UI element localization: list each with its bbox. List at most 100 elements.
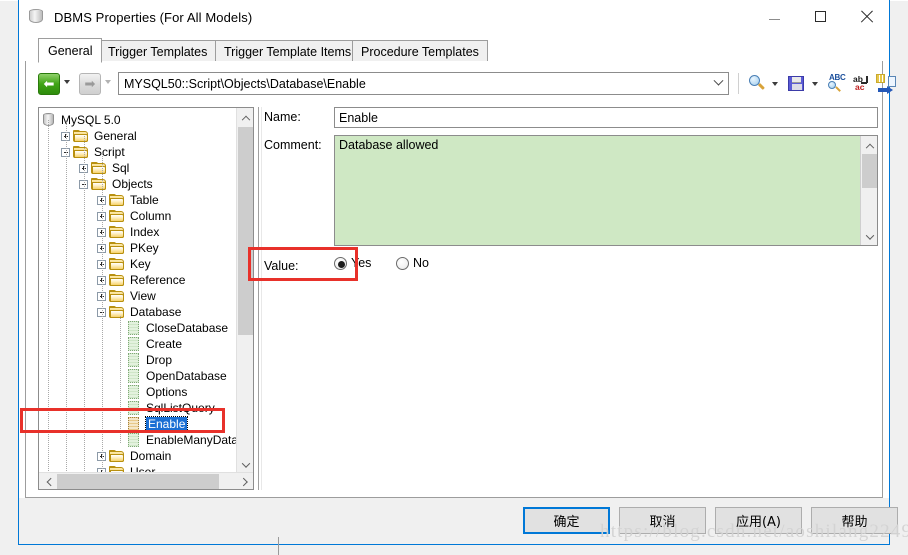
folder-icon bbox=[91, 177, 107, 191]
replace-icon[interactable]: ab ac bbox=[852, 74, 872, 93]
tree-node[interactable]: Table bbox=[97, 192, 159, 208]
tree-scroll-left-button[interactable] bbox=[39, 473, 56, 489]
tree-node[interactable]: OpenDatabase bbox=[115, 368, 227, 384]
tree-node-label: Index bbox=[130, 225, 160, 239]
tree-node-label: PKey bbox=[130, 241, 159, 255]
tree-node[interactable]: Sql bbox=[79, 160, 129, 176]
window-title: DBMS Properties (For All Models) bbox=[54, 9, 253, 25]
tree-node[interactable]: Enable bbox=[115, 416, 189, 432]
folder-icon bbox=[109, 289, 125, 303]
dbms-properties-window: DBMS Properties (For All Models) General… bbox=[18, 0, 898, 545]
tree-node[interactable]: SqlListQuery bbox=[115, 400, 215, 416]
arrow-right-icon: ➡ bbox=[84, 76, 96, 92]
tree-node-label: CloseDatabase bbox=[146, 321, 229, 335]
folder-icon bbox=[109, 449, 125, 463]
radio-yes[interactable]: Yes bbox=[334, 256, 371, 270]
folder-icon bbox=[73, 129, 89, 143]
tree-node[interactable]: Drop bbox=[115, 352, 172, 368]
folder-icon bbox=[73, 145, 89, 159]
tree-node[interactable]: Domain bbox=[97, 448, 171, 464]
tree-guide-line bbox=[48, 120, 49, 473]
tree-scroll-up-button[interactable] bbox=[237, 108, 253, 125]
minimize-button[interactable] bbox=[751, 0, 797, 32]
chevron-down-icon bbox=[865, 230, 874, 240]
navigation-toolbar: ⬅ ➡ MYSQL50::Script\Objects\Database\Ena… bbox=[26, 71, 896, 99]
title-bar: DBMS Properties (For All Models) bbox=[19, 0, 889, 34]
folder-icon bbox=[109, 273, 125, 287]
tree-guide-line bbox=[102, 154, 103, 473]
watermark-text: https://blog.csdn.net/aoshilang2249 bbox=[600, 521, 908, 542]
name-label: Name: bbox=[264, 110, 301, 124]
comment-vertical-scrollbar[interactable] bbox=[860, 136, 877, 245]
tab-procedure-templates[interactable]: Procedure Templates bbox=[352, 40, 488, 62]
comment-scroll-down-button[interactable] bbox=[861, 228, 877, 245]
script-icon bbox=[127, 353, 140, 367]
tree-node-label: Database bbox=[130, 305, 182, 319]
tree-node[interactable]: EnableManyDatabase bbox=[115, 432, 236, 448]
tab-trigger-template-items[interactable]: Trigger Template Items bbox=[215, 40, 361, 62]
tree-node[interactable]: Create bbox=[115, 336, 182, 352]
tree-node[interactable]: CloseDatabase bbox=[115, 320, 228, 336]
comment-value: Database allowed bbox=[339, 138, 439, 152]
tree-guide-line bbox=[120, 316, 121, 444]
tree-hscroll-thumb[interactable] bbox=[57, 474, 219, 489]
back-button[interactable]: ⬅ bbox=[38, 73, 60, 95]
folder-icon bbox=[91, 161, 107, 175]
comment-vscroll-thumb[interactable] bbox=[862, 154, 877, 188]
tree-node-label: Objects bbox=[112, 177, 153, 191]
comment-textarea[interactable]: Database allowed bbox=[334, 135, 878, 246]
tree-vertical-scrollbar[interactable] bbox=[236, 108, 253, 473]
export-icon[interactable] bbox=[876, 74, 896, 94]
tree-node[interactable]: Reference bbox=[97, 272, 185, 288]
back-dropdown-chevron-down-icon[interactable] bbox=[64, 80, 70, 84]
close-button[interactable] bbox=[843, 0, 889, 32]
script-icon bbox=[127, 401, 140, 415]
address-bar[interactable]: MYSQL50::Script\Objects\Database\Enable bbox=[118, 72, 729, 95]
save-icon[interactable] bbox=[788, 74, 808, 93]
tree-scroll-down-button[interactable] bbox=[237, 456, 253, 473]
folder-icon bbox=[109, 257, 125, 271]
script-icon bbox=[127, 369, 140, 383]
tree-node[interactable]: Index bbox=[97, 224, 159, 240]
name-input[interactable]: Enable bbox=[334, 107, 878, 128]
tree-node[interactable]: MySQL 5.0 bbox=[43, 112, 121, 128]
forward-button[interactable]: ➡ bbox=[79, 73, 101, 95]
maximize-icon bbox=[814, 10, 826, 22]
tree-guide-line bbox=[84, 136, 85, 473]
save-dropdown-chevron-down-icon[interactable] bbox=[812, 82, 818, 86]
tree-node[interactable]: Objects bbox=[79, 176, 153, 192]
general-tab-page: ⬅ ➡ MYSQL50::Script\Objects\Database\Ena… bbox=[25, 61, 896, 498]
comment-scroll-up-button[interactable] bbox=[861, 136, 877, 153]
tab-trigger-templates[interactable]: Trigger Templates bbox=[99, 40, 217, 62]
tree-node[interactable]: Options bbox=[115, 384, 187, 400]
find-dropdown-chevron-down-icon[interactable] bbox=[772, 82, 778, 86]
tree-horizontal-scrollbar[interactable] bbox=[39, 472, 253, 489]
panel-splitter[interactable] bbox=[258, 107, 262, 490]
tree-node-label: Key bbox=[130, 257, 151, 271]
chevron-down-icon bbox=[241, 458, 250, 468]
tab-general[interactable]: General bbox=[38, 38, 103, 63]
tree-node[interactable]: General bbox=[61, 128, 137, 144]
tree-vscroll-thumb[interactable] bbox=[238, 127, 253, 335]
radio-no[interactable]: No bbox=[396, 256, 429, 270]
chevron-up-icon bbox=[241, 115, 250, 124]
spellcheck-icon[interactable]: ABC bbox=[826, 73, 846, 93]
tree-node[interactable]: Script bbox=[61, 144, 125, 160]
tree-scroll-right-button[interactable] bbox=[236, 473, 253, 489]
script-icon bbox=[127, 337, 140, 351]
address-dropdown-button[interactable] bbox=[709, 73, 728, 94]
tree-node[interactable]: View bbox=[97, 288, 156, 304]
tree-node[interactable]: Key bbox=[97, 256, 151, 272]
tree-node-label: Options bbox=[146, 385, 188, 399]
maximize-button[interactable] bbox=[797, 0, 843, 32]
ok-button[interactable]: 确定 bbox=[523, 507, 610, 534]
tree-node[interactable]: PKey bbox=[97, 240, 159, 256]
tree-guide-line bbox=[66, 120, 67, 473]
script-tree[interactable]: MySQL 5.0 General Script Sql Objects Table Col… bbox=[39, 108, 236, 473]
folder-icon bbox=[109, 241, 125, 255]
tree-node[interactable]: Column bbox=[97, 208, 171, 224]
script-icon bbox=[127, 385, 140, 399]
find-icon[interactable] bbox=[748, 74, 768, 93]
tree-node[interactable]: Database bbox=[97, 304, 181, 320]
forward-dropdown-chevron-down-icon[interactable] bbox=[105, 80, 111, 84]
